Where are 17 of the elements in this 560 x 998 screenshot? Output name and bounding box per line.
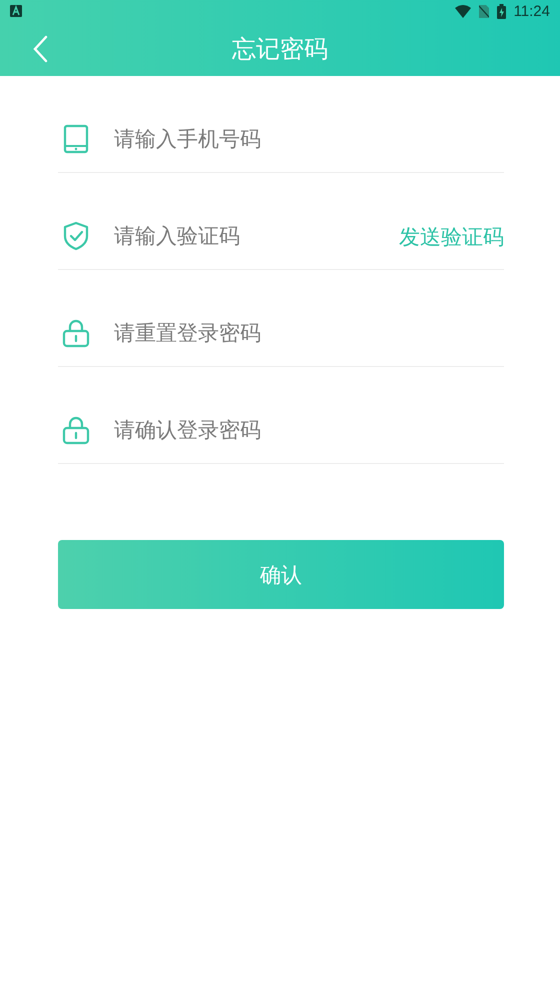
- notification-icon: [10, 5, 22, 17]
- lock-icon: [62, 415, 90, 445]
- input-field[interactable]: 请输入手机号码: [114, 124, 504, 154]
- input-field[interactable]: 请重置登录密码: [114, 318, 504, 348]
- input-field[interactable]: 请输入验证码: [114, 221, 399, 251]
- sim-icon: [478, 4, 489, 18]
- shield-check-icon: [62, 221, 90, 251]
- status-time: 11:24: [514, 2, 550, 20]
- phone-icon: [62, 124, 90, 154]
- confirm-button[interactable]: 确认: [58, 540, 504, 609]
- input-field[interactable]: 请确认登录密码: [114, 415, 504, 445]
- back-icon[interactable]: [32, 35, 48, 63]
- battery-icon: [496, 4, 506, 18]
- page-title: 忘记密码: [232, 34, 328, 65]
- lock-icon: [62, 318, 90, 348]
- wifi-icon: [454, 4, 471, 18]
- send-code-button[interactable]: 发送验证码: [399, 223, 504, 251]
